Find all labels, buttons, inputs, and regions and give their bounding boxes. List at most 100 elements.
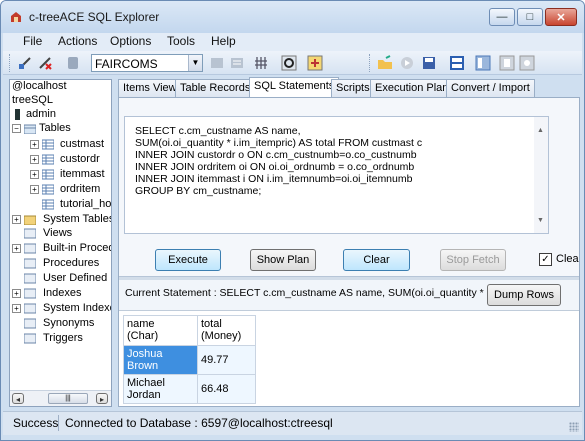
tab-sql-statements[interactable]: SQL Statements (249, 77, 340, 98)
table-cell[interactable]: 49.77 (197, 345, 256, 375)
clear-checkbox-label: Clea (556, 253, 579, 265)
dump-rows-button[interactable]: Dump Rows (487, 284, 561, 306)
tab-execution-plan[interactable]: Execution Plan (370, 79, 454, 97)
scroll-up-icon[interactable]: ▲ (537, 127, 544, 134)
title-bar[interactable]: c-treeACE SQL Explorer — □ ✕ (1, 1, 584, 33)
tree-item-label: Synonyms (43, 317, 95, 329)
sql-line: INNER JOIN itemmast i ON i.im_itemnumb=o… (135, 173, 413, 185)
clear-button[interactable]: Clear (343, 249, 410, 271)
tab-convert-import[interactable]: Convert / Import (446, 79, 535, 97)
app-window: c-treeACE SQL Explorer — □ ✕ File Action… (0, 0, 585, 441)
views-icon (24, 228, 36, 239)
menu-file[interactable]: File (23, 34, 42, 48)
sql-line: INNER JOIN ordritem oi ON oi.oi_ordnumb … (135, 161, 415, 173)
table-cell[interactable]: Michael Jordan (123, 374, 198, 404)
table-row[interactable]: Michael Jordan 66.48 (123, 374, 256, 404)
expand-icon[interactable]: + (12, 289, 21, 298)
tree-item-label: Built-in Procedu (43, 242, 111, 254)
tree-item-label: Indexes (43, 287, 82, 299)
tree-item-label: itemmast (60, 168, 105, 180)
object-tree[interactable]: @localhost treeSQL admin − Tables + cust… (9, 79, 112, 407)
open-folder-icon[interactable] (377, 55, 393, 71)
tree-item-label: System Tables (43, 213, 112, 225)
expand-icon[interactable]: + (30, 155, 39, 164)
sql-line: INNER JOIN custordr o ON c.cm_custnumb=o… (135, 149, 417, 161)
disconnect-icon[interactable] (37, 55, 53, 71)
close-icon: ✕ (556, 11, 566, 24)
expand-icon[interactable]: + (30, 140, 39, 149)
tree-horizontal-scrollbar[interactable]: ◂ ||| ▸ (10, 390, 111, 406)
resize-grip-icon[interactable] (569, 422, 579, 432)
panel-icon[interactable] (499, 55, 515, 71)
sql-vertical-scrollbar[interactable]: ▲ ▼ (534, 117, 548, 233)
scroll-left-icon[interactable]: ◂ (12, 393, 24, 404)
index-props-icon[interactable] (229, 55, 245, 71)
layout-vertical-icon[interactable] (475, 55, 491, 71)
options-icon[interactable] (519, 55, 535, 71)
run-icon[interactable] (399, 55, 415, 71)
table-icon (42, 169, 54, 180)
script-icon[interactable] (307, 55, 323, 71)
column-type: (Money) (201, 330, 242, 342)
column-name: total (201, 318, 222, 330)
status-state: Success (13, 416, 59, 430)
tree-item-label: Triggers (43, 332, 83, 344)
collapse-icon[interactable]: − (12, 124, 21, 133)
database-icon[interactable] (65, 55, 81, 71)
clear-checkbox[interactable]: ✓ (539, 253, 552, 266)
chevron-down-icon[interactable]: ▼ (188, 55, 202, 71)
tab-items-view[interactable]: Items View (118, 79, 182, 97)
sql-line: GROUP BY cm_custname; (135, 185, 262, 197)
connect-icon[interactable] (17, 55, 33, 71)
scroll-down-icon[interactable]: ▼ (537, 217, 544, 224)
status-separator (58, 415, 59, 431)
scroll-thumb[interactable]: ||| (48, 393, 88, 404)
column-name: name (127, 318, 155, 330)
tab-table-records[interactable]: Table Records (175, 79, 256, 97)
tab-scripts[interactable]: Scripts (331, 79, 375, 97)
sql-editor[interactable]: SELECT c.cm_custname AS name, SUM(oi.oi_… (124, 116, 549, 234)
grid-icon[interactable] (253, 55, 269, 71)
table-row[interactable]: Joshua Brown 49.77 (123, 345, 256, 375)
database-select[interactable]: FAIRCOMS ▼ (91, 54, 203, 72)
expand-icon[interactable]: + (12, 304, 21, 313)
table-props-icon[interactable] (209, 55, 225, 71)
tree-item-label: custordr (60, 153, 100, 165)
table-icon (42, 199, 54, 210)
menu-help[interactable]: Help (211, 34, 236, 48)
stop-fetch-button[interactable]: Stop Fetch (440, 249, 506, 271)
minimize-button[interactable]: — (489, 8, 515, 26)
database-select-value: FAIRCOMS (95, 57, 158, 71)
table-cell[interactable]: Joshua Brown (123, 345, 198, 375)
menu-actions[interactable]: Actions (58, 34, 97, 48)
menu-tools[interactable]: Tools (167, 34, 195, 48)
execute-button[interactable]: Execute (155, 249, 221, 271)
tree-item-label: tutorial_hos (60, 198, 112, 210)
tables-folder-icon (24, 124, 36, 134)
column-header-name[interactable]: name (Char) (123, 315, 198, 346)
layout-horizontal-icon[interactable] (449, 55, 465, 71)
table-icon (42, 184, 54, 195)
toolbar-separator (9, 54, 11, 72)
column-header-total[interactable]: total (Money) (197, 315, 256, 346)
expand-icon[interactable]: + (12, 244, 21, 253)
user-icon (15, 109, 20, 120)
expand-icon[interactable]: + (30, 170, 39, 179)
expand-icon[interactable]: + (30, 185, 39, 194)
tree-item-label: admin (26, 108, 56, 120)
expand-icon[interactable]: + (12, 215, 21, 224)
index-icon (24, 303, 36, 314)
refresh-icon[interactable] (281, 55, 297, 71)
table-cell[interactable]: 66.48 (197, 374, 256, 404)
current-statement-text: Current Statement : SELECT c.cm_custname… (125, 287, 484, 299)
column-type: (Char) (127, 330, 159, 342)
toolbar-separator (369, 54, 371, 72)
menu-options[interactable]: Options (110, 34, 151, 48)
close-button[interactable]: ✕ (545, 8, 577, 26)
results-grid[interactable]: name (Char) total (Money) Joshua Brown 49.… (123, 315, 256, 404)
index-icon (24, 288, 36, 299)
show-plan-button[interactable]: Show Plan (250, 249, 316, 271)
maximize-button[interactable]: □ (517, 8, 543, 26)
scroll-right-icon[interactable]: ▸ (96, 393, 108, 404)
save-icon[interactable] (421, 55, 437, 71)
